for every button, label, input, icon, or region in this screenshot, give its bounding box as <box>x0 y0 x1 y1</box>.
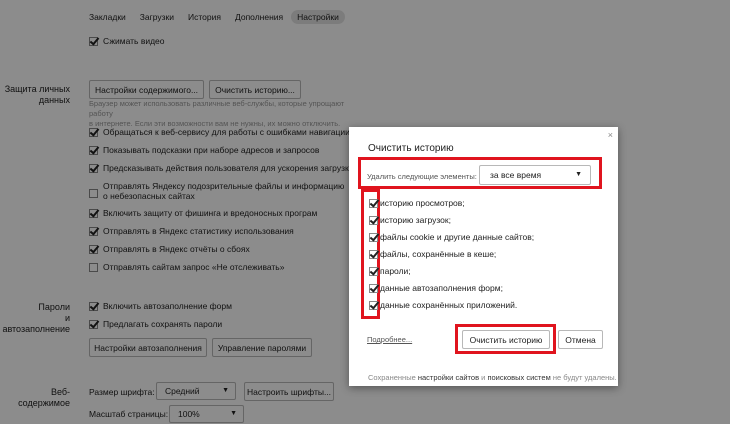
dialog-option-label: файлы cookie и другие данные сайтов; <box>380 232 535 242</box>
dialog-option-label: данные сохранённых приложений. <box>380 300 518 310</box>
dialog-footer-note: Сохраненные настройки сайтов и поисковых… <box>368 373 617 382</box>
dialog-option-label: данные автозаполнения форм; <box>380 283 503 293</box>
site-settings-link[interactable]: настройки сайтов <box>418 373 479 382</box>
footer-text: и <box>481 373 486 382</box>
clear-history-dialog: × Очистить историю Удалить следующие эле… <box>349 127 618 386</box>
dialog-checkbox[interactable] <box>369 249 378 259</box>
dialog-checkbox[interactable] <box>369 283 378 293</box>
time-range-select[interactable]: за все время ▼ <box>479 165 591 185</box>
chevron-down-icon: ▼ <box>575 171 582 178</box>
clear-history-confirm-button[interactable]: Очистить историю <box>462 330 550 349</box>
time-range-value: за все время <box>490 170 542 180</box>
dialog-option[interactable]: данные сохранённых приложений. <box>369 300 517 310</box>
dialog-checkbox[interactable] <box>369 266 378 276</box>
dialog-checkbox[interactable] <box>369 215 378 225</box>
footer-text: Сохраненные <box>368 373 416 382</box>
footer-text: не будут удалены. <box>552 373 617 382</box>
dialog-option-label: историю просмотров; <box>380 198 465 208</box>
dialog-option[interactable]: данные автозаполнения форм; <box>369 283 503 293</box>
close-icon[interactable]: × <box>608 130 613 140</box>
dialog-option[interactable]: файлы cookie и другие данные сайтов; <box>369 232 534 242</box>
dialog-option[interactable]: историю загрузок; <box>369 215 451 225</box>
dialog-option-label: пароли; <box>380 266 411 276</box>
delete-items-label: Удалить следующие элементы: <box>367 172 477 181</box>
dialog-checkbox[interactable] <box>369 300 378 310</box>
dialog-option-label: файлы, сохранённые в кеше; <box>380 249 497 259</box>
dialog-checkbox[interactable] <box>369 198 378 208</box>
dialog-option[interactable]: пароли; <box>369 266 411 276</box>
dialog-option-label: историю загрузок; <box>380 215 451 225</box>
dialog-title: Очистить историю <box>368 143 454 154</box>
dialog-checkbox[interactable] <box>369 232 378 242</box>
search-engines-link[interactable]: поисковых систем <box>487 373 550 382</box>
cancel-button[interactable]: Отмена <box>558 330 603 349</box>
dialog-option[interactable]: историю просмотров; <box>369 198 465 208</box>
dialog-option[interactable]: файлы, сохранённые в кеше; <box>369 249 496 259</box>
more-info-link[interactable]: Подробнее... <box>367 335 412 344</box>
